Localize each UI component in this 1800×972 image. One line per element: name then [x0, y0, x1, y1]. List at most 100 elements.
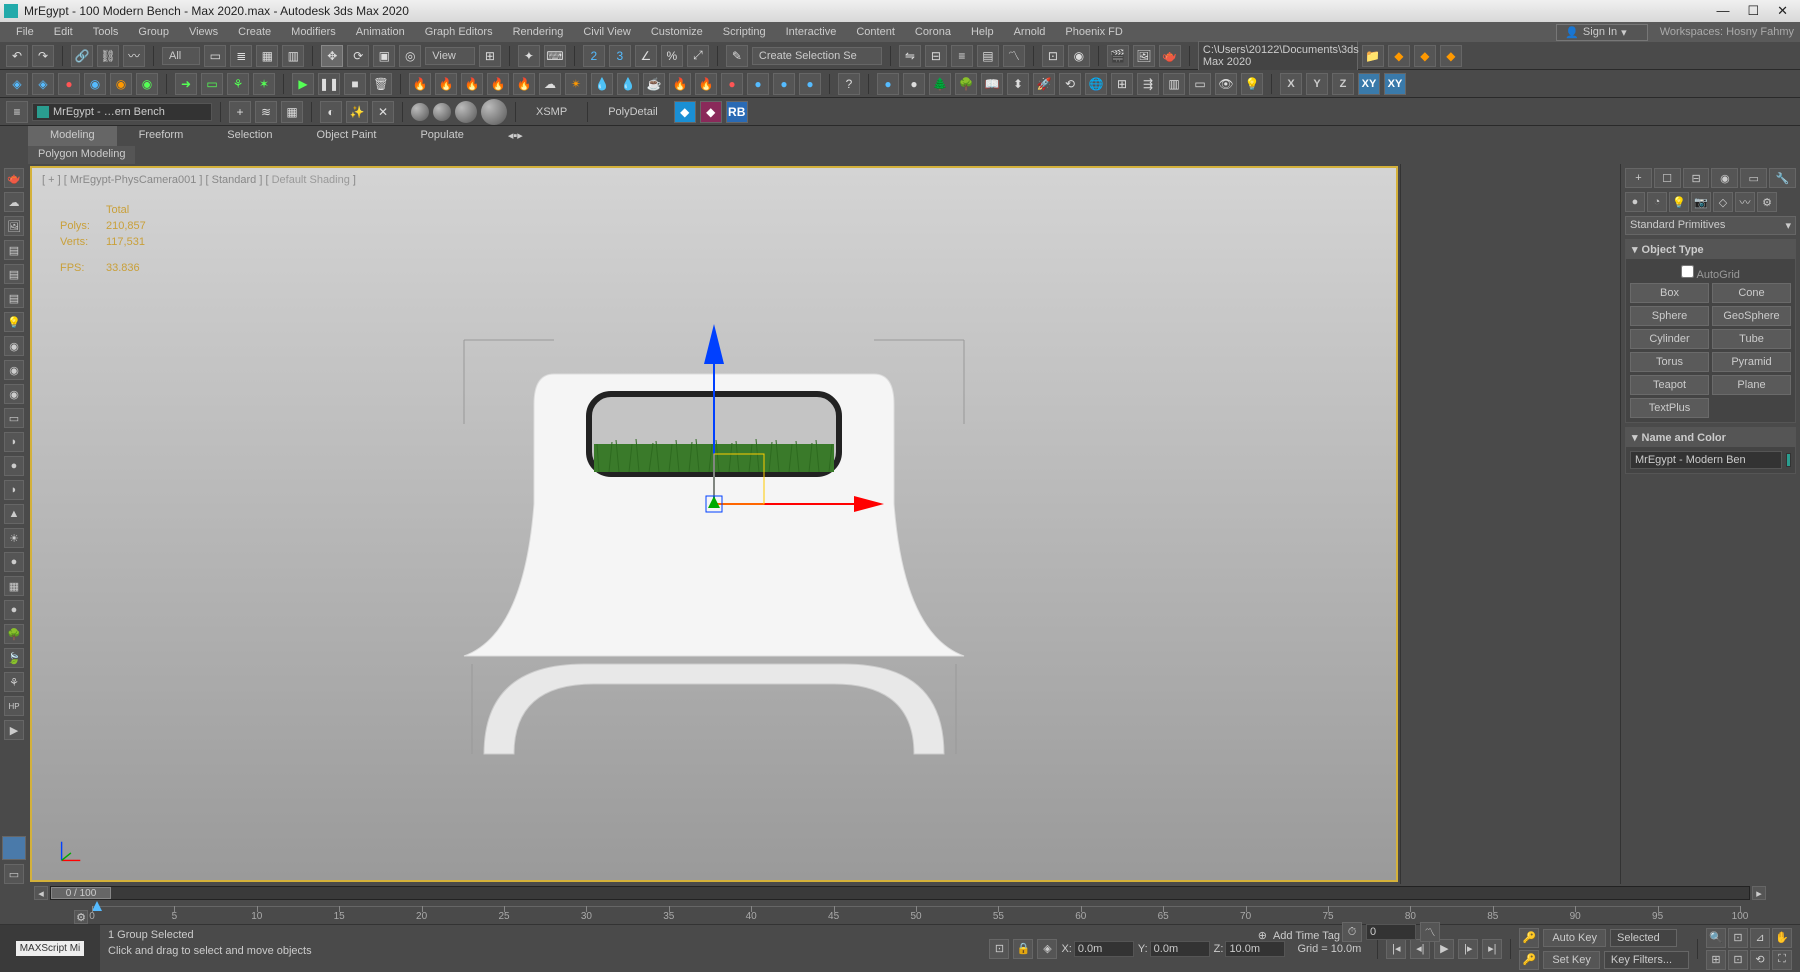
add-button[interactable]: + — [229, 101, 251, 123]
viewport-label[interactable]: [ + ] [ MrEgypt-PhysCamera001 ] [ Standa… — [42, 174, 356, 186]
viewport[interactable]: [ + ] [ MrEgypt-PhysCamera001 ] [ Standa… — [30, 166, 1398, 882]
timeline-config-button[interactable]: ⚙ — [74, 910, 88, 924]
eye-icon[interactable]: 👁 — [1215, 73, 1237, 95]
lt-tree[interactable]: 🌳 — [4, 624, 24, 644]
primitive-textplus[interactable]: TextPlus — [1630, 398, 1709, 418]
tb2-4[interactable]: ◉ — [84, 73, 106, 95]
time-prev-button[interactable]: ◂ — [34, 886, 48, 900]
schematic-view-button[interactable]: ⊡ — [1042, 45, 1064, 67]
menu-views[interactable]: Views — [179, 24, 228, 40]
lock-button[interactable]: 🔒 — [1013, 939, 1033, 959]
menu-phoenix-fd[interactable]: Phoenix FD — [1055, 24, 1132, 40]
magic-button[interactable]: ✨ — [346, 101, 368, 123]
timeline-ruler[interactable]: ⚙ 05101520253035404550556065707580859095… — [0, 902, 1800, 924]
water-2[interactable]: 💧 — [617, 73, 639, 95]
x-coord-input[interactable] — [1074, 941, 1134, 957]
workspace-selector[interactable]: Workspaces: Hosny Fahmy — [1660, 26, 1794, 38]
cp-tab-modify[interactable]: ☐ — [1654, 168, 1681, 188]
maximize-button[interactable]: ☐ — [1747, 3, 1759, 19]
primitive-geosphere[interactable]: GeoSphere — [1712, 306, 1791, 326]
cp-sub-shapes[interactable]: ◔ — [1647, 192, 1667, 212]
addtag-icon[interactable]: ⊕ — [1258, 929, 1267, 942]
current-frame-input[interactable] — [1366, 924, 1416, 940]
setkey-icon[interactable]: 🔑 — [1519, 950, 1539, 970]
fire-1[interactable]: 🔥 — [409, 73, 431, 95]
next-frame-button[interactable]: |▸ — [1458, 939, 1478, 959]
blue-1[interactable]: ● — [747, 73, 769, 95]
nav-pan[interactable]: ✋ — [1772, 928, 1792, 948]
nav-zoom-ext[interactable]: ⊞ — [1706, 950, 1726, 970]
primitive-torus[interactable]: Torus — [1630, 352, 1709, 372]
trees-icon[interactable]: 🌳 — [955, 73, 977, 95]
key-mode-dropdown[interactable]: Selected — [1610, 929, 1677, 947]
coffee-icon[interactable]: ☕ — [643, 73, 665, 95]
cp-tab-create[interactable]: + — [1625, 168, 1652, 188]
plugin-btn-1[interactable]: ◆ — [1388, 45, 1410, 67]
object-color-picker[interactable] — [1786, 453, 1791, 467]
menu-tools[interactable]: Tools — [83, 24, 129, 40]
red-1[interactable]: ● — [721, 73, 743, 95]
angle-snap-button[interactable]: ∠ — [635, 45, 657, 67]
primitive-cone[interactable]: Cone — [1712, 283, 1791, 303]
lt-list1[interactable]: ▤ — [4, 240, 24, 260]
time-config-button[interactable]: ⏱ — [1342, 922, 1362, 942]
bind-spacewarp-button[interactable]: 〰 — [123, 45, 145, 67]
axis-y[interactable]: Y — [1306, 73, 1328, 95]
blue-2[interactable]: ● — [773, 73, 795, 95]
layers-button[interactable]: ≡ — [951, 45, 973, 67]
fire-3[interactable]: 🔥 — [461, 73, 483, 95]
primitive-pyramid[interactable]: Pyramid — [1712, 352, 1791, 372]
primitive-teapot[interactable]: Teapot — [1630, 375, 1709, 395]
tb2-export[interactable]: ➜ — [175, 73, 197, 95]
fire-2[interactable]: 🔥 — [435, 73, 457, 95]
time-next-button[interactable]: ▸ — [1752, 886, 1766, 900]
menu-modifiers[interactable]: Modifiers — [281, 24, 346, 40]
menu-group[interactable]: Group — [128, 24, 179, 40]
tb2-import[interactable]: ▭ — [201, 73, 223, 95]
lt-active-view[interactable] — [2, 836, 26, 860]
ribbon-tab-freeform[interactable]: Freeform — [117, 126, 206, 146]
snap-3d-button[interactable]: 3 — [609, 45, 631, 67]
menu-rendering[interactable]: Rendering — [503, 24, 574, 40]
freeze-button[interactable]: ▦ — [281, 101, 303, 123]
fire-5[interactable]: 🔥 — [513, 73, 535, 95]
lt-cone[interactable]: ▲ — [4, 504, 24, 524]
time-track[interactable]: 0 / 100 — [50, 886, 1750, 900]
snap-2d-button[interactable]: 2 — [583, 45, 605, 67]
primitive-cylinder[interactable]: Cylinder — [1630, 329, 1709, 349]
menu-interactive[interactable]: Interactive — [776, 24, 847, 40]
menu-civil-view[interactable]: Civil View — [573, 24, 640, 40]
light-2[interactable]: ● — [903, 73, 925, 95]
project-path-input[interactable]: C:\Users\20122\Documents\3ds Max 2020 — [1198, 41, 1358, 71]
tb2-5[interactable]: ◉ — [110, 73, 132, 95]
render-button[interactable]: 🫖 — [1159, 45, 1181, 67]
isolate-button[interactable]: ⊡ — [989, 939, 1009, 959]
fire-6[interactable]: 🔥 — [669, 73, 691, 95]
nav-zoom-all[interactable]: ⊡ — [1728, 928, 1748, 948]
object-type-rollout-header[interactable]: ▾ Object Type — [1626, 240, 1795, 259]
selection-filter-dropdown[interactable]: All — [162, 47, 200, 65]
selection-set-dropdown[interactable]: Create Selection Se — [752, 47, 882, 65]
cross-button[interactable]: ✕ — [372, 101, 394, 123]
close-button[interactable]: ✕ — [1777, 3, 1788, 19]
lt-play[interactable]: ▶ — [4, 720, 24, 740]
lt-spiral1[interactable]: ◉ — [4, 336, 24, 356]
maxscript-listener[interactable]: MAXScript Mi — [16, 941, 85, 956]
tb2-1[interactable]: ◈ — [6, 73, 28, 95]
menu-help[interactable]: Help — [961, 24, 1004, 40]
lt-last[interactable]: ▭ — [4, 864, 24, 884]
tb2-grass[interactable]: ⚘ — [227, 73, 249, 95]
menu-edit[interactable]: Edit — [44, 24, 83, 40]
lt-teapot[interactable]: 🫖 — [4, 168, 24, 188]
lt-leaf[interactable]: 🍃 — [4, 648, 24, 668]
box-plus-icon[interactable]: ⊞ — [1111, 73, 1133, 95]
timeline-marker[interactable] — [92, 901, 102, 911]
time-thumb[interactable]: 0 / 100 — [51, 887, 111, 899]
lt-img[interactable]: 🖼 — [4, 216, 24, 236]
nav-zoom-ext-all[interactable]: ⊡ — [1728, 950, 1748, 970]
lt-dome[interactable]: ◗ — [4, 432, 24, 452]
lt-grass[interactable]: ⚘ — [4, 672, 24, 692]
light-1[interactable]: ● — [877, 73, 899, 95]
primitive-tube[interactable]: Tube — [1712, 329, 1791, 349]
vertical-icon[interactable]: ⬍ — [1007, 73, 1029, 95]
